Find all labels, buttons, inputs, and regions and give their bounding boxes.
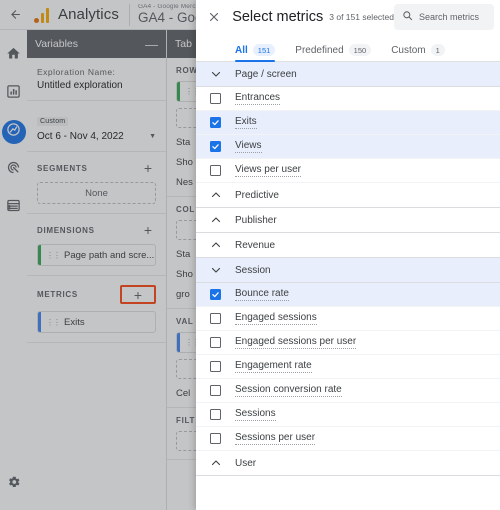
metric-row[interactable]: Entrances	[196, 87, 500, 111]
metric-group-row[interactable]: Page / screen	[196, 62, 500, 87]
metric-checkbox[interactable]	[196, 313, 235, 324]
metric-label: Bounce rate	[235, 288, 289, 301]
metric-checkbox[interactable]	[196, 165, 235, 176]
dialog-header: Select metrics 3 of 151 selected Search …	[196, 0, 500, 34]
checkbox-unchecked-icon	[210, 361, 221, 372]
chevron-up-icon[interactable]	[196, 239, 235, 251]
metric-label: Sessions	[235, 408, 276, 421]
metric-checkbox[interactable]	[196, 337, 235, 348]
chevron-up-icon[interactable]	[196, 214, 235, 226]
metric-group-row[interactable]: Session	[196, 258, 500, 283]
chevron-up-icon[interactable]	[196, 189, 235, 201]
metric-group-label: User	[235, 458, 256, 469]
metric-row[interactable]: Engaged sessions per user	[196, 331, 500, 355]
metric-row[interactable]: Views per user	[196, 159, 500, 183]
tab-predefined-label: Predefined	[295, 45, 343, 56]
metric-checkbox[interactable]	[196, 385, 235, 396]
metric-group-row[interactable]: Revenue	[196, 233, 500, 258]
checkbox-unchecked-icon	[210, 433, 221, 444]
metric-group-label: Session	[235, 265, 271, 276]
metric-label: Engaged sessions per user	[235, 336, 356, 349]
search-icon	[402, 8, 413, 26]
metric-label: Engagement rate	[235, 360, 312, 373]
metric-row[interactable]: Session conversion rate	[196, 379, 500, 403]
metric-group-row[interactable]: Predictive	[196, 183, 500, 208]
close-icon[interactable]	[202, 4, 226, 30]
metrics-list[interactable]: Page / screen Entrances Exits Views Views pe…	[196, 62, 500, 510]
selection-count: 3 of 151 selected	[329, 12, 394, 22]
select-metrics-dialog: Select metrics 3 of 151 selected Search …	[196, 0, 500, 510]
metric-row[interactable]: Views	[196, 135, 500, 159]
metric-row[interactable]: Engagement rate	[196, 355, 500, 379]
checkbox-unchecked-icon	[210, 93, 221, 104]
screen: Analytics GA4 - Google Merchan GA4 - Goo…	[0, 0, 500, 510]
tab-all-label: All	[235, 45, 248, 56]
search-input[interactable]: Search metrics	[419, 12, 479, 22]
metric-group-label: Predictive	[235, 190, 279, 201]
metric-checkbox[interactable]	[196, 117, 235, 128]
metric-label: Views per user	[235, 164, 301, 177]
chevron-down-icon[interactable]	[196, 264, 235, 276]
chevron-down-icon[interactable]	[196, 68, 235, 80]
search-metrics-box[interactable]: Search metrics	[394, 4, 494, 30]
metric-group-label: Publisher	[235, 215, 277, 226]
metric-group-label: Page / screen	[235, 69, 297, 80]
dialog-tabs: All 151 Predefined 150 Custom 1	[196, 34, 500, 62]
tab-predefined-count: 150	[349, 44, 372, 56]
metric-label: Session conversion rate	[235, 384, 342, 397]
metric-checkbox[interactable]	[196, 361, 235, 372]
metric-row[interactable]: Bounce rate	[196, 283, 500, 307]
metric-label: Views	[235, 140, 262, 153]
checkbox-unchecked-icon	[210, 313, 221, 324]
metric-group-label: Revenue	[235, 240, 275, 251]
checkbox-unchecked-icon	[210, 409, 221, 420]
tab-all-count: 151	[253, 44, 276, 56]
metric-group-row[interactable]: User	[196, 451, 500, 476]
metric-label: Engaged sessions	[235, 312, 317, 325]
checkbox-unchecked-icon	[210, 337, 221, 348]
metric-label: Sessions per user	[235, 432, 315, 445]
checkbox-checked-icon	[210, 141, 221, 152]
checkbox-checked-icon	[210, 117, 221, 128]
chevron-up-icon[interactable]	[196, 457, 235, 469]
tab-custom-count: 1	[431, 44, 445, 56]
metric-checkbox[interactable]	[196, 409, 235, 420]
metric-checkbox[interactable]	[196, 93, 235, 104]
metric-row[interactable]: Engaged sessions	[196, 307, 500, 331]
metric-label: Exits	[235, 116, 257, 129]
metric-label: Entrances	[235, 92, 280, 105]
dialog-title: Select metrics	[232, 9, 323, 25]
metric-checkbox[interactable]	[196, 289, 235, 300]
tab-all[interactable]: All 151	[235, 44, 275, 61]
tab-predefined[interactable]: Predefined 150	[295, 44, 371, 61]
checkbox-checked-icon	[210, 289, 221, 300]
tab-custom[interactable]: Custom 1	[391, 44, 445, 61]
checkbox-unchecked-icon	[210, 385, 221, 396]
metric-row[interactable]: Exits	[196, 111, 500, 135]
metric-row[interactable]: Sessions	[196, 403, 500, 427]
tab-custom-label: Custom	[391, 45, 425, 56]
checkbox-unchecked-icon	[210, 165, 221, 176]
metric-checkbox[interactable]	[196, 141, 235, 152]
metric-group-row[interactable]: Publisher	[196, 208, 500, 233]
metric-checkbox[interactable]	[196, 433, 235, 444]
metric-row[interactable]: Sessions per user	[196, 427, 500, 451]
